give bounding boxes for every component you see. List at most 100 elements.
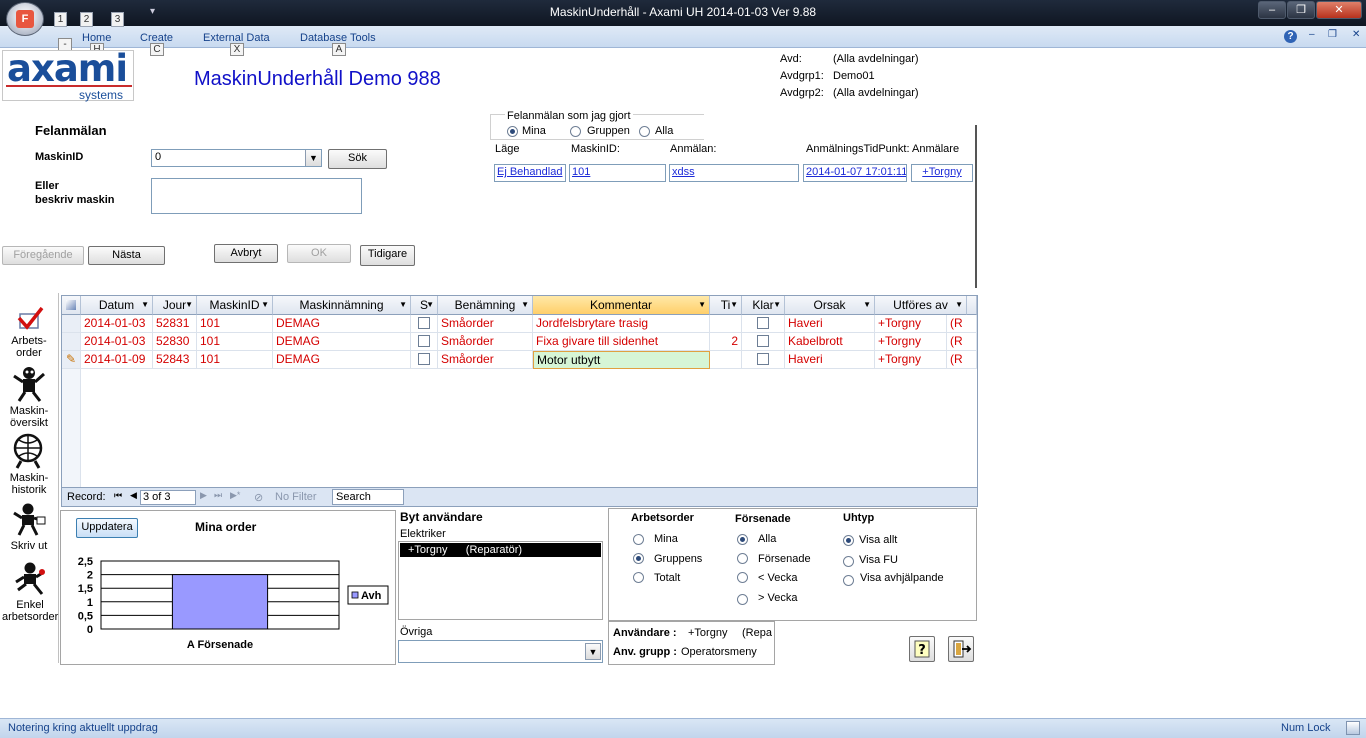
uppdatera-button[interactable]: Uppdatera [76, 518, 138, 538]
cell-extra[interactable]: (R [947, 333, 977, 351]
col-header-datum[interactable]: Datum ▼ [81, 296, 153, 315]
forsenade-forsenade-radio[interactable] [737, 553, 748, 564]
cell-maskinid[interactable]: 101 [197, 333, 273, 351]
close-document-icon[interactable]: ✕ [1352, 29, 1360, 40]
filter-alla-radio[interactable] [639, 126, 650, 137]
col-header-maskinid[interactable]: MaskinID ▼ [197, 296, 273, 315]
cell-utfores[interactable]: +Torgny [875, 315, 947, 333]
sidebar-item-skriv-ut[interactable]: Skriv ut [4, 501, 54, 552]
row-selector[interactable] [62, 315, 81, 333]
cell-utfores[interactable]: +Torgny [875, 333, 947, 351]
row-checkbox[interactable] [418, 353, 430, 365]
record-position-input[interactable]: 3 of 3 [140, 490, 196, 505]
cell-maskinid[interactable]: 101 [197, 315, 273, 333]
help-button[interactable]: ? [909, 636, 935, 662]
cell-benamning[interactable]: Småorder [438, 351, 533, 369]
restore-icon[interactable]: ❐ [1328, 29, 1337, 40]
sidebar-item-maskinoversikt[interactable]: Maskin- översikt [4, 364, 54, 429]
qat-keytip-1[interactable]: 1 [54, 12, 67, 27]
office-button[interactable]: F [6, 2, 44, 36]
klar-checkbox[interactable] [757, 317, 769, 329]
col-header-ti[interactable]: Ti ▼ [710, 296, 742, 315]
cell-benamning[interactable]: Småorder [438, 315, 533, 333]
avbryt-button[interactable]: Avbryt [214, 244, 278, 263]
col-header-s[interactable]: S ▼ [411, 296, 438, 315]
recent-anmalare-link[interactable]: +Torgny [911, 164, 973, 182]
cell-ti[interactable] [710, 315, 742, 333]
pencil-icon[interactable]: ✎ [62, 351, 81, 369]
col-header-klar[interactable]: Klar ▼ [742, 296, 785, 315]
previous-record-icon[interactable]: ◀ [130, 490, 137, 501]
row-checkbox[interactable] [418, 317, 430, 329]
cell-kommentar-editing[interactable]: Motor utbytt [533, 351, 710, 369]
cell-s[interactable] [411, 315, 438, 333]
ok-button[interactable]: OK [287, 244, 351, 263]
sok-button[interactable]: Sök [328, 149, 387, 169]
describe-machine-input[interactable] [151, 178, 362, 214]
col-header-orsak[interactable]: Orsak ▼ [785, 296, 875, 315]
help-icon[interactable]: ? [1284, 30, 1297, 43]
uhtyp-visa-avhjalpande-radio[interactable] [843, 575, 854, 586]
klar-checkbox[interactable] [757, 353, 769, 365]
cell-ti[interactable] [710, 351, 742, 369]
row-selector[interactable] [62, 333, 81, 351]
exit-button[interactable] [948, 636, 974, 662]
cell-kommentar[interactable]: Fixa givare till sidenhet [533, 333, 710, 351]
first-record-icon[interactable]: ⏮ [114, 490, 122, 501]
cell-benamning[interactable]: Småorder [438, 333, 533, 351]
sidebar-item-arbetsorder[interactable]: Arbets- order [4, 306, 54, 359]
select-all-cell[interactable] [62, 296, 81, 315]
qat-keytip-3[interactable]: 3 [111, 12, 124, 27]
cell-extra[interactable]: (R [947, 315, 977, 333]
chevron-down-icon[interactable]: ▼ [305, 150, 321, 166]
arbetsorder-mina-radio[interactable] [633, 534, 644, 545]
cell-ti[interactable]: 2 [710, 333, 742, 351]
restore-min-icon[interactable]: – [1309, 29, 1315, 40]
user-list-item-selected[interactable]: +Torgny (Reparatör) [400, 543, 601, 557]
cell-kommentar[interactable]: Jordfelsbrytare trasig [533, 315, 710, 333]
sidebar-item-maskinhistorik[interactable]: Maskin- historik [4, 433, 54, 496]
last-record-icon[interactable]: ⏭ [214, 490, 222, 501]
forsenade-lt-vecka-radio[interactable] [737, 572, 748, 583]
cell-extra[interactable]: (R [947, 351, 977, 369]
col-header-maskinnamning[interactable]: Maskinnämning ▼ [273, 296, 411, 315]
cell-maskin[interactable]: DEMAG [273, 333, 411, 351]
recent-tidpunkt-link[interactable]: 2014-01-07 17:01:11 [803, 164, 907, 182]
cell-orsak[interactable]: Kabelbrott [785, 333, 875, 351]
no-filter-button[interactable]: No Filter [275, 491, 317, 503]
klar-checkbox[interactable] [757, 335, 769, 347]
qat-customize-icon[interactable]: ▾ [150, 6, 155, 17]
minimize-button[interactable]: – [1258, 1, 1286, 19]
cell-maskin[interactable]: DEMAG [273, 315, 411, 333]
cell-datum[interactable]: 2014-01-09 [81, 351, 153, 369]
col-header-utfores-av[interactable]: Utföres av ▼ [875, 296, 967, 315]
recent-anmalan-link[interactable]: xdss [669, 164, 799, 182]
new-record-icon[interactable]: ▶* [230, 490, 240, 501]
arbetsorder-totalt-radio[interactable] [633, 572, 644, 583]
recent-lage-link[interactable]: Ej Behandlad [494, 164, 566, 182]
cell-datum[interactable]: 2014-01-03 [81, 315, 153, 333]
nasta-button[interactable]: Nästa [88, 246, 165, 265]
filter-gruppen-radio[interactable] [570, 126, 581, 137]
uhtyp-visa-allt-radio[interactable] [843, 535, 854, 546]
arbetsorder-gruppens-radio[interactable] [633, 553, 644, 564]
cell-jour[interactable]: 52831 [153, 315, 197, 333]
cell-klar[interactable] [742, 315, 785, 333]
next-record-icon[interactable]: ▶ [200, 490, 207, 501]
cell-orsak[interactable]: Haveri [785, 351, 875, 369]
cell-utfores[interactable]: +Torgny [875, 351, 947, 369]
cell-maskinid[interactable]: 101 [197, 351, 273, 369]
tidigare-button[interactable]: Tidigare [360, 245, 415, 266]
row-checkbox[interactable] [418, 335, 430, 347]
cell-jour[interactable]: 52843 [153, 351, 197, 369]
uhtyp-visa-fu-radio[interactable] [843, 556, 854, 567]
search-input[interactable]: Search [332, 489, 404, 505]
ovriga-combo[interactable]: ▼ [398, 640, 603, 663]
foregaende-button[interactable]: Föregående [2, 246, 84, 265]
view-switch-icon[interactable] [1346, 721, 1360, 735]
cell-s[interactable] [411, 333, 438, 351]
cell-maskin[interactable]: DEMAG [273, 351, 411, 369]
col-header-benamning[interactable]: Benämning ▼ [438, 296, 533, 315]
qat-keytip-2[interactable]: 2 [80, 12, 93, 27]
cell-jour[interactable]: 52830 [153, 333, 197, 351]
